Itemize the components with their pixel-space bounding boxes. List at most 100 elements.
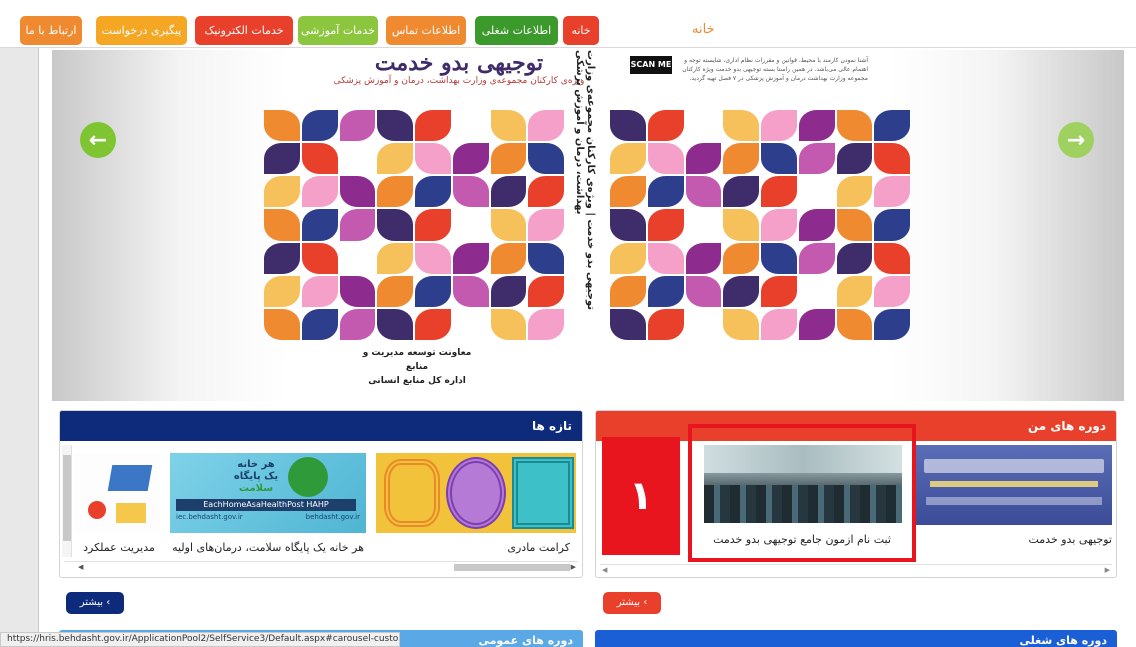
carousel-prev-arrow-icon[interactable]: ← <box>80 122 116 158</box>
mosaic-tile <box>610 242 646 274</box>
mosaic-tile <box>647 275 684 307</box>
mosaic-tile <box>647 110 684 142</box>
mosaic-tile <box>528 176 564 208</box>
book-publisher: معاونت توسعه مدیریت و منابع اداره کل منا… <box>352 346 482 388</box>
book-back-text: آشنا نمودن کارمند با محیط، قوانین و مقرر… <box>682 57 868 82</box>
exam-hall-rows <box>704 485 902 523</box>
mosaic-tile <box>723 110 759 142</box>
news-card-maze-image[interactable] <box>376 453 576 533</box>
nav-etelaat-shoghli[interactable]: اطلاعات شغلی <box>475 16 558 45</box>
scroll-left-icon[interactable]: ◀ <box>602 566 607 574</box>
mosaic-tile <box>610 110 646 142</box>
mosaic-tile <box>377 143 413 175</box>
my-courses-more-button[interactable]: بیشتر ‹ <box>603 592 661 614</box>
mosaic-tile <box>415 176 451 208</box>
mosaic-tile <box>528 242 564 274</box>
mosaic-tile <box>874 176 910 208</box>
mosaic-tile <box>339 308 376 340</box>
mosaic-tile <box>452 242 489 274</box>
mosaic-tile <box>339 275 376 307</box>
mosaic-tile <box>339 176 376 208</box>
health-post-english: EachHomeAsaHealthPost HAHP <box>176 499 356 511</box>
mosaic-tile <box>452 110 489 142</box>
news-card-health-post-image[interactable]: هر خانه یک پایگاه سلامت EachHomeAsaHealt… <box>170 453 366 533</box>
course-card-calligraphy-image[interactable] <box>916 445 1112 525</box>
mosaic-tile <box>528 275 564 307</box>
mosaic-tile <box>685 143 722 175</box>
mosaic-tile <box>301 308 338 340</box>
nav-khadamat-amoozeshi[interactable]: خدمات آموزشی <box>298 16 378 45</box>
mosaic-tile <box>836 176 873 208</box>
chevron-left-icon: ‹ <box>106 597 111 608</box>
maze-2 <box>446 457 506 529</box>
nav-khaneh[interactable]: خانه <box>563 16 599 45</box>
mosaic-tile <box>610 275 646 307</box>
mosaic-tile <box>301 143 338 175</box>
scroll-left-icon[interactable]: ◀ <box>78 563 83 571</box>
scroll-right-icon[interactable]: ▶ <box>571 563 576 571</box>
mosaic-tile <box>528 308 564 340</box>
exam-hall-photo[interactable] <box>704 445 902 523</box>
mosaic-tile <box>301 242 338 274</box>
course-card-calligraphy-label[interactable]: توجیهی بدو خدمت <box>916 533 1112 546</box>
publisher-line-2: اداره کل منابع انسانی <box>368 376 466 386</box>
top-navbar: ارتباط با ما پیگیری درخواست خدمات الکترو… <box>0 0 1136 48</box>
mosaic-tile <box>377 275 413 307</box>
health-post-logo-icon <box>288 457 328 497</box>
mosaic-tile <box>264 209 300 241</box>
mosaic-tile <box>339 242 376 274</box>
more-label: بیشتر <box>79 597 104 608</box>
mosaic-tile <box>723 275 759 307</box>
nav-peygiri-darkhast[interactable]: پیگیری درخواست <box>96 16 187 45</box>
mosaic-tile <box>339 209 376 241</box>
mosaic-tile <box>264 275 300 307</box>
mosaic-tile <box>377 110 413 142</box>
mosaic-tile <box>685 275 722 307</box>
scroll-right-icon[interactable]: ▶ <box>1105 566 1110 574</box>
news-card-health-post-label[interactable]: هر خانه یک پایگاه سلامت، درمان‌های اولیه <box>170 541 366 554</box>
nav-ertebat-ba-ma[interactable]: ارتباط با ما <box>20 16 82 45</box>
books-icon <box>116 503 146 523</box>
mosaic-tile <box>647 209 684 241</box>
health-post-line-2: یک پایگاه <box>233 471 279 482</box>
calligraphy-stroke-1 <box>924 459 1104 473</box>
mosaic-tile <box>452 143 489 175</box>
nav-etelaat-tamas[interactable]: اطلاعات تماس <box>386 16 466 45</box>
news-card-performance-label[interactable]: مدیریت عملکرد <box>74 541 164 554</box>
news-more-button[interactable]: بیشتر ‹ <box>66 592 124 614</box>
mosaic-tile <box>761 143 797 175</box>
calligraphy-stroke-3 <box>926 497 1102 505</box>
mosaic-tile <box>490 242 527 274</box>
gutter-divider <box>38 48 39 647</box>
mosaic-tile <box>452 275 489 307</box>
mosaic-tile <box>798 275 835 307</box>
mosaic-tile <box>528 110 564 142</box>
mosaic-tile <box>647 308 684 340</box>
mosaic-tile <box>415 143 451 175</box>
health-post-site-2: behdasht.gov.ir <box>305 513 360 521</box>
news-vertical-scrollbar[interactable] <box>62 445 72 557</box>
mosaic-tile <box>415 275 451 307</box>
mosaic-tile <box>377 308 413 340</box>
mosaic-tile <box>685 176 722 208</box>
graduation-cap-icon <box>107 465 153 491</box>
carousel-next-arrow-icon[interactable]: → <box>1058 122 1094 158</box>
mosaic-tile <box>647 143 684 175</box>
mosaic-tile <box>490 209 527 241</box>
mosaic-tile <box>761 275 797 307</box>
nav-khadamat-electronic[interactable]: خدمات الکترونیک <box>195 16 293 45</box>
mosaic-tile <box>264 110 300 142</box>
my-courses-scrollbar[interactable]: ◀ ▶ <box>600 564 1112 576</box>
book-cover-subtitle: ویژه‌ی کارکنان مجموعه‌ی وزارت بهداشت، در… <box>333 76 585 86</box>
news-card-maze-label[interactable]: کرامت مادری <box>470 541 570 554</box>
news-vscroll-thumb[interactable] <box>63 455 71 541</box>
news-scroll-thumb[interactable] <box>454 564 570 571</box>
mosaic-tile <box>610 176 646 208</box>
breadcrumb[interactable]: خانه <box>692 22 715 37</box>
health-post-site-1: iec.behdasht.gov.ir <box>176 513 243 521</box>
highlight-number-badge: ۱ <box>602 437 680 555</box>
news-scrollbar[interactable]: ◀ ▶ <box>64 561 578 573</box>
health-post-line-3: سلامت <box>238 483 274 494</box>
course-card-exam-label[interactable]: ثبت نام ازمون جامع توجیهی بدو خدمت <box>696 533 908 546</box>
news-card-performance-image[interactable] <box>74 453 160 533</box>
